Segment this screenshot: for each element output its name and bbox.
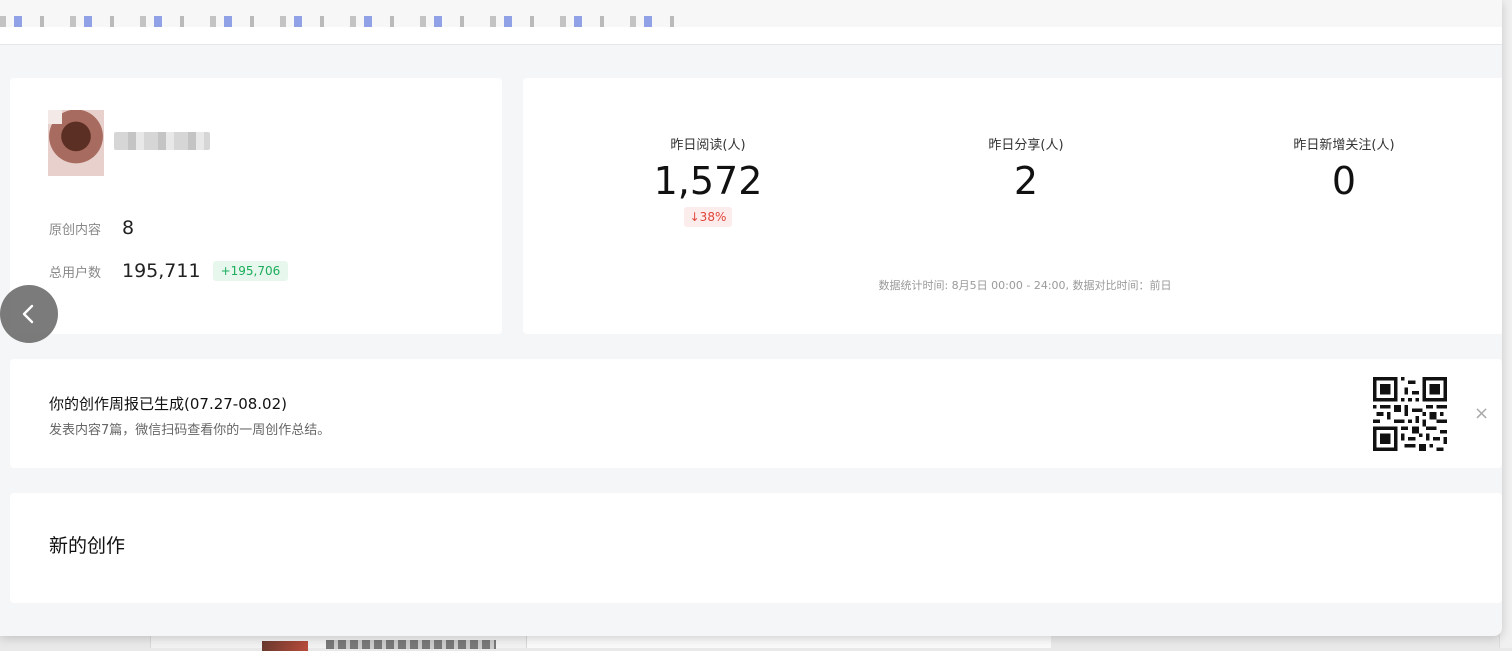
- metric-new-follows-label: 昨日新增关注(人): [1293, 138, 1395, 153]
- weekly-report-title: 你的创作周报已生成(07.27-08.02): [49, 395, 288, 413]
- metric-shares-value: 2: [1013, 159, 1039, 203]
- new-creation-card: 新的创作: [10, 493, 1502, 603]
- total-users-label: 总用户数: [49, 265, 102, 281]
- metric-reads-value: 1,572: [653, 159, 763, 203]
- metric-reads: 昨日阅读(人) 1,572 ↓38%: [578, 134, 838, 227]
- weekly-report-banner: 你的创作周报已生成(07.27-08.02) 发表内容7篇，微信扫码查看你的一周…: [10, 359, 1502, 468]
- metric-new-follows-value: 0: [1331, 159, 1357, 203]
- metric-shares: 昨日分享(人) 2: [896, 134, 1156, 203]
- back-button[interactable]: [0, 285, 58, 343]
- profile-card: 原创内容 8 总用户数 195,711 +195,706: [10, 78, 502, 334]
- qr-code-icon: [1373, 377, 1447, 451]
- chevron-left-icon: [22, 304, 34, 324]
- original-content-row: 原创内容 8: [49, 217, 134, 239]
- account-name-blurred: [114, 132, 210, 150]
- metric-reads-change-badge: ↓38%: [683, 207, 733, 227]
- yesterday-stats-card: 昨日阅读(人) 1,572 ↓38% 昨日分享(人) 2 昨日新增关注(人) 0…: [523, 78, 1502, 334]
- original-content-label: 原创内容: [49, 222, 102, 238]
- total-users-value: 195,711: [122, 260, 201, 282]
- metric-shares-label: 昨日分享(人): [988, 138, 1064, 153]
- metric-new-follows: 昨日新增关注(人) 0: [1214, 134, 1474, 203]
- total-users-delta-badge: +195,706: [212, 261, 289, 281]
- new-creation-title: 新的创作: [49, 535, 126, 557]
- avatar[interactable]: [48, 110, 104, 176]
- close-icon[interactable]: ×: [1474, 403, 1489, 424]
- background-thumbnail: [262, 641, 308, 651]
- bookmark-bar: [0, 0, 1502, 28]
- total-users-row: 总用户数 195,711 +195,706: [49, 260, 289, 282]
- dashboard-window: 原创内容 8 总用户数 195,711 +195,706 昨日阅读(人) 1,5…: [0, 0, 1502, 636]
- metric-reads-label: 昨日阅读(人): [670, 138, 746, 153]
- header-band: [0, 27, 1502, 45]
- stats-time-note: 数据统计时间: 8月5日 00:00 - 24:00, 数据对比时间：前日: [878, 279, 1172, 292]
- original-content-value: 8: [122, 217, 135, 239]
- weekly-report-subtitle: 发表内容7篇，微信扫码查看你的一周创作总结。: [49, 423, 331, 438]
